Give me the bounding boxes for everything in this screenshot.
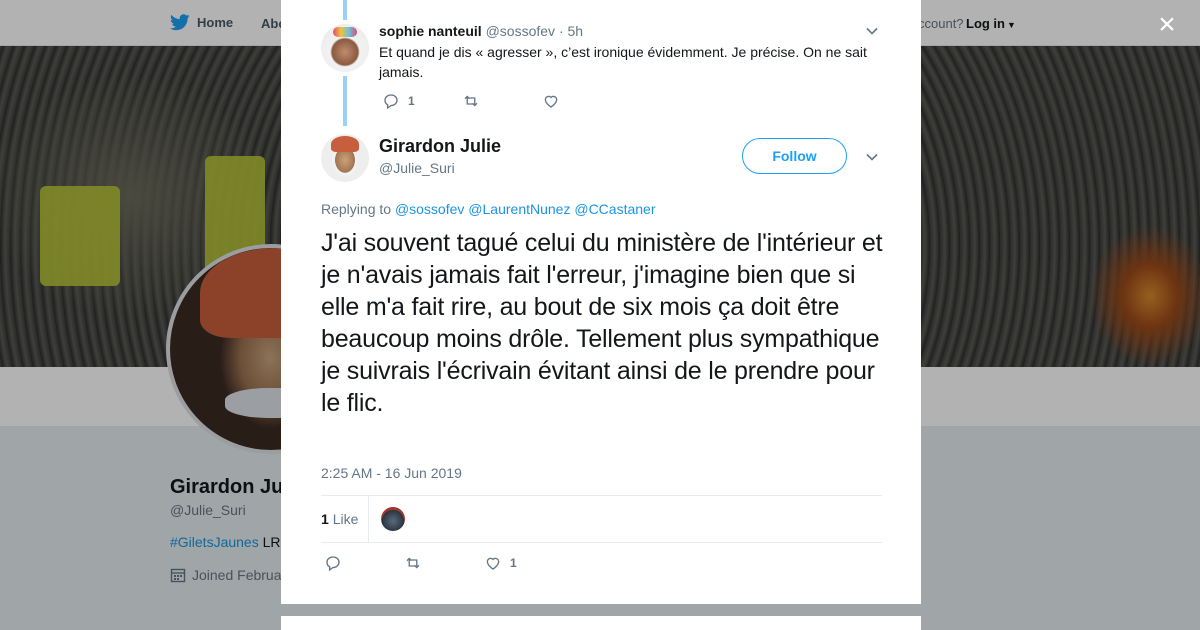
reply-time[interactable]: · 5h <box>559 23 583 39</box>
retweet-icon <box>406 557 420 569</box>
chevron-down-icon[interactable] <box>865 150 879 164</box>
like-button[interactable]: 1 <box>484 554 517 572</box>
like-button[interactable] <box>542 92 568 110</box>
thread-line <box>343 0 347 20</box>
retweet-button[interactable] <box>404 554 484 572</box>
reply-author-name[interactable]: sophie nanteuil <box>379 23 482 39</box>
close-icon[interactable]: × <box>1152 10 1182 40</box>
next-tweet-card <box>281 616 921 630</box>
reply-text: Et quand je dis « agresser », c’est iron… <box>379 44 867 80</box>
liker-avatar[interactable] <box>381 507 405 531</box>
reply-button[interactable] <box>324 554 404 572</box>
tweet-author-avatar[interactable] <box>321 134 369 182</box>
reply-author-avatar[interactable] <box>321 24 369 72</box>
likes-stat[interactable]: 1 Like <box>321 511 358 527</box>
retweet-button[interactable] <box>462 92 542 110</box>
replying-to-link[interactable]: @LaurentNunez <box>468 201 570 217</box>
reply-count: 1 <box>408 94 415 108</box>
reply-icon <box>326 556 340 572</box>
replying-to-link[interactable]: @sossofev <box>395 201 464 217</box>
tweet-text: J'ai souvent tagué celui du ministère de… <box>321 229 883 417</box>
reply-actions: 1 <box>382 92 568 110</box>
likes-count: 1 <box>321 511 329 527</box>
thread-line <box>343 76 347 126</box>
reply-icon <box>384 94 398 110</box>
replying-to: Replying to @sossofev @LaurentNunez @CCa… <box>321 201 656 217</box>
chevron-down-icon[interactable] <box>865 24 879 38</box>
tweet-actions: 1 <box>324 554 517 572</box>
tweet-stats: 1 Like <box>321 495 882 543</box>
reply-button[interactable]: 1 <box>382 92 462 110</box>
tweet-modal: sophie nanteuil @sossofev · 5h Et quand … <box>281 0 921 604</box>
heart-icon <box>544 95 558 108</box>
follow-button[interactable]: Follow <box>742 138 847 174</box>
reply-header: sophie nanteuil @sossofev · 5h <box>379 23 583 39</box>
retweet-icon <box>464 95 478 107</box>
tweet-author-handle[interactable]: @Julie_Suri <box>379 160 455 176</box>
stats-divider <box>368 496 369 542</box>
replying-prefix: Replying to <box>321 201 392 217</box>
tweet-author-name[interactable]: Girardon Julie <box>379 136 501 157</box>
replying-to-link[interactable]: @CCastaner <box>574 201 655 217</box>
heart-icon <box>486 557 500 570</box>
like-count: 1 <box>510 556 517 570</box>
reply-author-handle[interactable]: @sossofev <box>486 23 555 39</box>
likes-label: Like <box>332 511 359 527</box>
tweet-timestamp[interactable]: 2:25 AM - 16 Jun 2019 <box>321 465 462 481</box>
